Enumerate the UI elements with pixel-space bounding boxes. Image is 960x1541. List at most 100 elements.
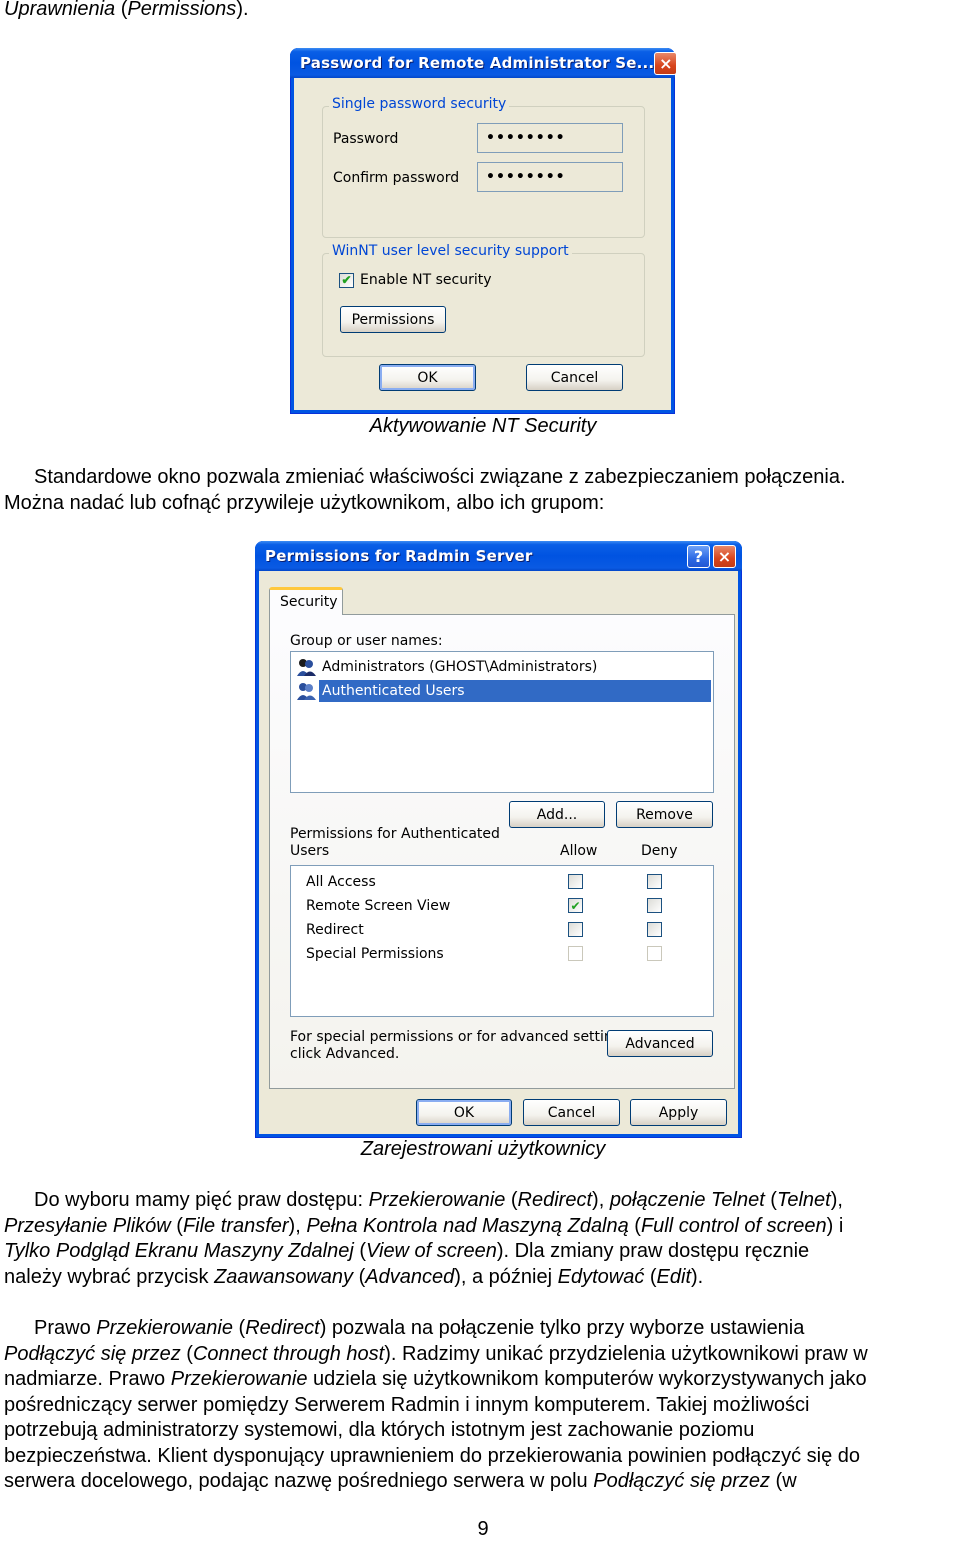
para1-line: Standardowe okno pozwala zmieniać właści… <box>34 466 846 488</box>
paragraph-line: potrzebują administratorzy systemowi, dl… <box>4 1418 868 1444</box>
ok-button[interactable]: OK <box>416 1099 512 1126</box>
permission-row-all-access: All Access <box>306 871 713 895</box>
text-run: ( <box>170 1214 183 1237</box>
single-password-group: Single password security Password ••••••… <box>322 96 645 238</box>
password-field[interactable]: •••••••• <box>477 123 623 153</box>
paragraph-line: Do wyboru mamy pięć praw dostępu: Przeki… <box>4 1188 843 1214</box>
italic-term: Pełna Kontrola nad Maszyną Zdalną <box>306 1214 629 1237</box>
permissions-dialog-body: Security Group or user names: Administra… <box>259 571 738 1134</box>
close-icon[interactable]: × <box>654 51 678 75</box>
users-listbox[interactable]: Administrators (GHOST\Administrators) Au… <box>290 651 714 793</box>
italic-term: Redirect <box>245 1317 320 1339</box>
text-run: (w <box>770 1470 797 1492</box>
permissions-button[interactable]: Permissions <box>340 306 446 333</box>
remove-button[interactable]: Remove <box>616 801 713 828</box>
deny-checkbox-disabled <box>647 946 662 961</box>
italic-term: Zaawansowany <box>214 1265 354 1288</box>
paragraph-line: pośredniczący serwer pomiędzy Serwerem R… <box>4 1393 868 1419</box>
permissions-dialog-title: Permissions for Radmin Server <box>265 547 533 565</box>
italic-term: Connect through host <box>192 1342 385 1365</box>
deny-checkbox[interactable] <box>647 874 662 889</box>
permission-row-redirect: Redirect <box>306 919 713 943</box>
text-run: Do wyboru mamy pięć praw dostępu: <box>34 1189 369 1211</box>
italic-term: Podłączyć się przez <box>593 1470 770 1492</box>
password-dialog-titlebar[interactable]: Password for Remote Administrator Se... … <box>290 48 678 78</box>
para1-line: Można nadać lub cofnąć przywileje użytko… <box>4 491 605 514</box>
figure-caption-nt-security: Aktywowanie NT Security <box>369 415 597 437</box>
paragraph-standard-window: Standardowe okno pozwala zmieniać właści… <box>4 465 846 516</box>
permission-row-remote-screen-view: Remote Screen View ✔ <box>306 895 713 919</box>
text-run: ), <box>288 1214 307 1237</box>
text-run: ). <box>691 1265 704 1288</box>
figure-caption-registered-users: Zarejestrowani użytkownicy <box>360 1138 606 1160</box>
list-item[interactable]: Authenticated Users <box>295 679 711 703</box>
enable-nt-security-checkbox[interactable]: ✔ Enable NT security <box>339 272 492 288</box>
italic-term: Full control of screen <box>640 1214 827 1237</box>
italic-term: File transfer <box>182 1214 289 1237</box>
text-run: Prawo <box>34 1317 97 1339</box>
permissions-dialog-titlebar[interactable]: Permissions for Radmin Server ? × <box>255 541 742 571</box>
italic-term: Przekierowanie <box>170 1368 308 1390</box>
text-run: ( <box>505 1189 518 1211</box>
allow-checkbox-checked[interactable]: ✔ <box>568 898 583 913</box>
permission-name: Redirect <box>306 922 364 938</box>
text-run: serwera docelowego, podając nazwę pośred… <box>4 1470 594 1492</box>
text-run: ) pozwala na połączenie tylko przy wybor… <box>319 1317 805 1339</box>
text-run: ), <box>592 1189 610 1211</box>
intro-italic-b: Permissions <box>127 0 237 20</box>
text-run: należy wybrać przycisk <box>4 1265 215 1288</box>
paragraph-line: serwera docelowego, podając nazwę pośred… <box>4 1469 868 1495</box>
ok-button[interactable]: OK <box>379 364 476 391</box>
cancel-button[interactable]: Cancel <box>526 364 623 391</box>
permissions-for-label: Permissions for Authenticated <box>290 826 500 842</box>
paragraph-line: Podłączyć się przez (Connect through hos… <box>4 1342 868 1368</box>
italic-term: Podłączyć się przez <box>4 1342 181 1365</box>
group-or-user-names-label: Group or user names: <box>290 633 443 649</box>
tab-security[interactable]: Security <box>269 587 343 615</box>
permissions-dialog: Permissions for Radmin Server ? × Securi… <box>255 541 742 1138</box>
text-run: potrzebują administratorzy systemowi, dl… <box>4 1419 755 1441</box>
close-icon[interactable]: × <box>713 544 736 568</box>
paragraph-line: należy wybrać przycisk Zaawansowany (Adv… <box>4 1265 843 1291</box>
text-run: ( <box>232 1317 246 1339</box>
text-run: ( <box>644 1265 657 1288</box>
intro-heading: Uprawnienia (Permissions). <box>4 0 249 23</box>
permission-name: Special Permissions <box>306 946 444 962</box>
italic-term: Tylko Podgląd Ekranu Maszyny Zdalnej <box>4 1240 354 1262</box>
deny-header: Deny <box>641 843 678 859</box>
advanced-button[interactable]: Advanced <box>607 1030 713 1057</box>
italic-term: Przekierowanie <box>368 1189 506 1211</box>
help-icon[interactable]: ? <box>687 544 710 568</box>
checkmark-icon[interactable]: ✔ <box>339 272 354 288</box>
italic-term: Przekierowanie <box>96 1317 233 1339</box>
password-dialog: Password for Remote Administrator Se... … <box>290 48 678 414</box>
deny-checkbox[interactable] <box>647 898 662 913</box>
allow-checkbox[interactable] <box>568 874 583 889</box>
italic-term: Edit <box>656 1265 692 1288</box>
nt-security-group-label: WinNT user level security support <box>329 243 572 259</box>
password-label: Password <box>333 131 399 147</box>
single-password-group-label: Single password security <box>329 96 510 112</box>
text-run: nadmiarze. Prawo <box>4 1368 171 1390</box>
text-run: ), a później <box>454 1265 558 1288</box>
advanced-hint-2: click Advanced. <box>290 1046 400 1062</box>
user-group-icon <box>295 681 317 701</box>
add-button[interactable]: Add... <box>509 801 605 828</box>
permissions-listbox: All Access Remote Screen View ✔ Redirect… <box>290 865 714 1017</box>
paragraph-line: nadmiarze. Prawo Przekierowanie udziela … <box>4 1367 868 1393</box>
permissions-for-label-2: Users <box>290 843 330 859</box>
allow-checkbox[interactable] <box>568 922 583 937</box>
permission-name: Remote Screen View <box>306 898 451 914</box>
advanced-hint: For special permissions or for advanced … <box>290 1029 634 1045</box>
confirm-password-label: Confirm password <box>333 170 460 186</box>
paragraph-line: Tylko Podgląd Ekranu Maszyny Zdalnej (Vi… <box>4 1239 843 1265</box>
text-run: bezpieczeństwa. Klient dysponujący upraw… <box>4 1444 861 1467</box>
deny-checkbox[interactable] <box>647 922 662 937</box>
confirm-password-field[interactable]: •••••••• <box>477 162 623 192</box>
allow-header: Allow <box>560 843 598 859</box>
list-item[interactable]: Administrators (GHOST\Administrators) <box>295 655 711 679</box>
apply-button[interactable]: Apply <box>630 1099 727 1126</box>
intro-plain-b: ). <box>236 0 249 20</box>
cancel-button[interactable]: Cancel <box>523 1099 620 1126</box>
permission-row-special: Special Permissions <box>306 943 713 967</box>
